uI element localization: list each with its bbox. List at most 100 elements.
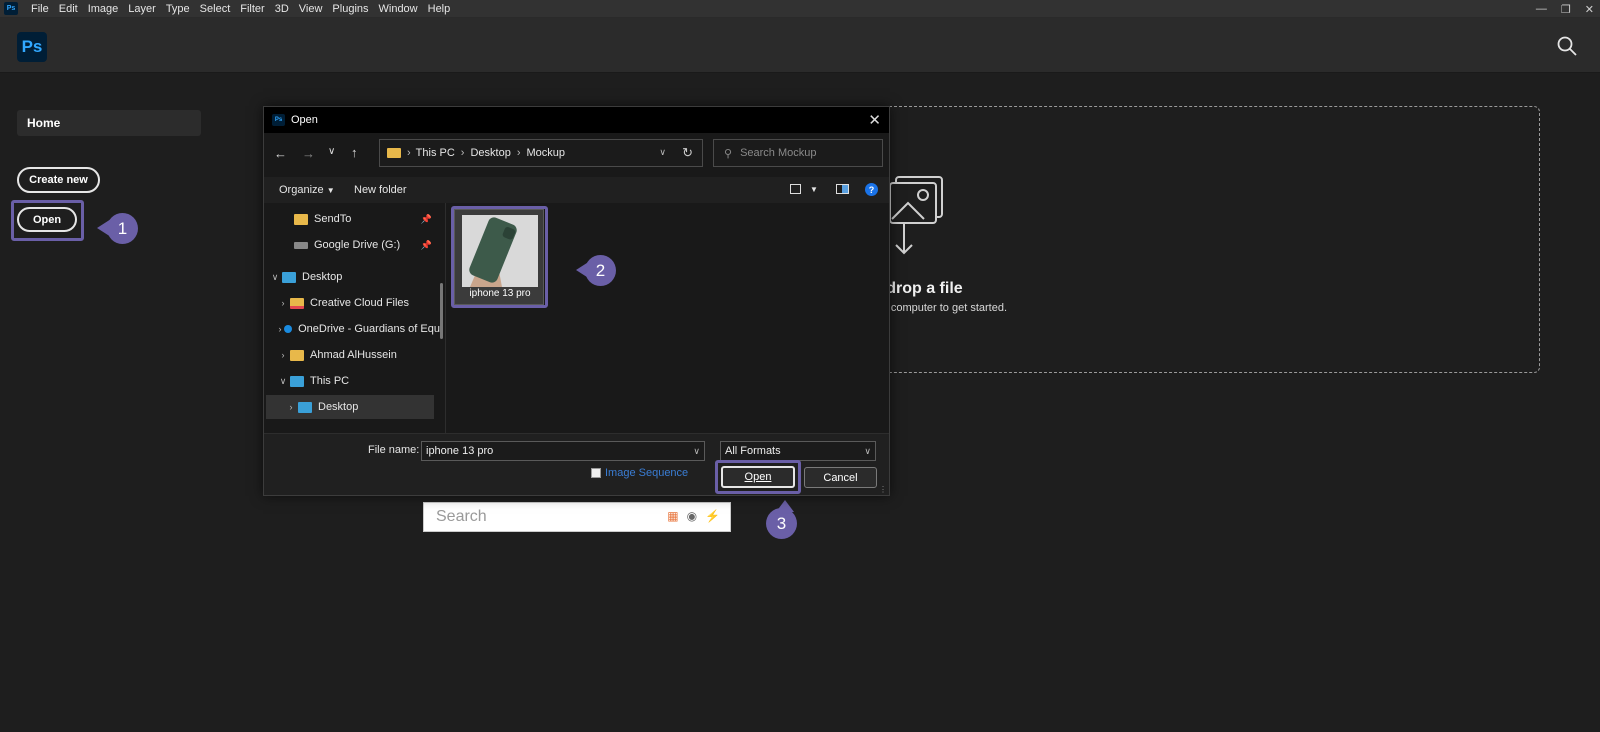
chevron-down-icon[interactable]: ∨ bbox=[864, 446, 871, 457]
menu-image[interactable]: Image bbox=[83, 3, 124, 15]
tree-item-label: Desktop bbox=[318, 401, 359, 413]
dialog-titlebar: Ps Open ✕ bbox=[264, 107, 889, 133]
format-select[interactable]: All Formats ∨ bbox=[720, 441, 876, 461]
search-bar-icons: ▦ ◉ ⚡ bbox=[667, 509, 720, 523]
image-sequence-label: Image Sequence bbox=[605, 467, 689, 479]
search-icon: ⚲ bbox=[724, 147, 733, 160]
file-tile-iphone[interactable]: iphone 13 pro bbox=[454, 209, 544, 305]
lightning-icon[interactable]: ⚡ bbox=[705, 509, 720, 523]
format-value: All Formats bbox=[725, 445, 781, 457]
chevron-down-icon[interactable]: ∨ bbox=[276, 376, 290, 387]
tree-item-desktop-pc[interactable]: › Desktop bbox=[266, 395, 434, 419]
pin-icon: 📌 bbox=[420, 239, 432, 250]
chevron-down-icon[interactable]: ∨ bbox=[268, 272, 282, 283]
cloud-icon bbox=[284, 325, 293, 333]
menu-select[interactable]: Select bbox=[195, 3, 236, 15]
file-name-label: iphone 13 pro bbox=[469, 288, 531, 299]
breadcrumb-this-pc[interactable]: This PC bbox=[416, 147, 455, 159]
step-badge-1: 1 bbox=[107, 213, 138, 244]
desktop-icon bbox=[298, 401, 312, 413]
organize-menu[interactable]: Organize ▼ bbox=[279, 184, 335, 196]
menu-plugins[interactable]: Plugins bbox=[327, 3, 373, 15]
create-new-button[interactable]: Create new bbox=[17, 167, 100, 193]
window-controls: — ❐ ✕ bbox=[1536, 0, 1594, 18]
chevron-down-icon[interactable]: ▼ bbox=[810, 185, 818, 194]
image-sequence-checkbox[interactable] bbox=[591, 468, 601, 478]
step-badge-2: 2 bbox=[585, 255, 616, 286]
search-icon[interactable] bbox=[1556, 35, 1578, 57]
tree-item-label: OneDrive - Guardians of Equ bbox=[298, 323, 440, 335]
chevron-right-icon[interactable]: › bbox=[276, 324, 284, 334]
restore-icon[interactable]: ❐ bbox=[1561, 3, 1571, 16]
dialog-search-field[interactable]: ⚲ Search Mockup bbox=[713, 139, 883, 167]
computer-icon bbox=[290, 375, 304, 387]
photoshop-logo: Ps bbox=[17, 32, 47, 62]
close-icon[interactable]: ✕ bbox=[1585, 3, 1594, 16]
folder-icon bbox=[294, 213, 308, 225]
tree-item-sendto[interactable]: SendTo 📌 bbox=[264, 207, 440, 231]
forward-arrow-icon[interactable]: → bbox=[302, 146, 315, 161]
breadcrumb-separator-icon: › bbox=[460, 147, 465, 159]
breadcrumb-desktop[interactable]: Desktop bbox=[470, 147, 510, 159]
settings-icon[interactable]: ◉ bbox=[687, 509, 697, 523]
menu-help[interactable]: Help bbox=[423, 3, 456, 15]
chevron-down-icon[interactable]: ∨ bbox=[328, 146, 335, 157]
breadcrumb-mockup[interactable]: Mockup bbox=[527, 147, 566, 159]
menu-edit[interactable]: Edit bbox=[54, 3, 83, 15]
tree-item-label: Ahmad AlHussein bbox=[310, 349, 397, 361]
drop-zone[interactable] bbox=[868, 106, 1540, 373]
tree-item-google-drive[interactable]: Google Drive (G:) 📌 bbox=[264, 233, 440, 257]
bookmark-icon[interactable]: ▦ bbox=[667, 509, 678, 523]
dialog-cancel-button[interactable]: Cancel bbox=[804, 467, 877, 488]
dialog-toolbar: Organize ▼ New folder ▼ ? bbox=[264, 177, 889, 203]
menu-file[interactable]: File bbox=[26, 3, 54, 15]
image-sequence-option[interactable]: Image Sequence bbox=[591, 467, 688, 479]
chevron-right-icon[interactable]: › bbox=[284, 402, 298, 412]
dialog-nav-row: ← → ∨ ↑ › This PC › Desktop › Mockup ∨ ↻… bbox=[264, 133, 889, 177]
resize-grip-icon[interactable]: ⋮ bbox=[879, 485, 887, 494]
menu-type[interactable]: Type bbox=[161, 3, 195, 15]
menu-layer[interactable]: Layer bbox=[123, 3, 161, 15]
refresh-icon[interactable]: ↻ bbox=[682, 145, 693, 161]
menu-3d[interactable]: 3D bbox=[270, 3, 294, 15]
up-arrow-icon[interactable]: ↑ bbox=[351, 145, 358, 160]
file-name-field[interactable]: iphone 13 pro ∨ bbox=[421, 441, 705, 461]
bottom-search-bar[interactable]: ▦ ◉ ⚡ bbox=[423, 502, 731, 532]
organize-label: Organize bbox=[279, 184, 324, 196]
bottom-search-input[interactable] bbox=[424, 503, 644, 531]
tree-scrollbar[interactable] bbox=[440, 283, 443, 339]
menu-view[interactable]: View bbox=[294, 3, 328, 15]
tree-item-desktop[interactable]: ∨ Desktop bbox=[264, 265, 440, 289]
desktop-icon bbox=[282, 271, 296, 283]
dialog-search-placeholder: Search Mockup bbox=[740, 147, 817, 159]
menu-filter[interactable]: Filter bbox=[235, 3, 269, 15]
minimize-icon[interactable]: — bbox=[1536, 3, 1547, 15]
navigation-pane: SendTo 📌 Google Drive (G:) 📌 ∨ Desktop ›… bbox=[264, 203, 446, 433]
view-mode-icon[interactable] bbox=[790, 184, 801, 194]
help-icon[interactable]: ? bbox=[865, 183, 878, 196]
file-name-value: iphone 13 pro bbox=[426, 445, 494, 457]
chevron-right-icon[interactable]: › bbox=[276, 350, 290, 360]
dialog-open-button[interactable]: Open bbox=[721, 466, 795, 488]
tree-item-label: Creative Cloud Files bbox=[310, 297, 410, 309]
tree-item-label: SendTo bbox=[314, 213, 352, 225]
close-icon[interactable]: ✕ bbox=[868, 111, 881, 129]
file-list-area: iphone 13 pro bbox=[446, 203, 889, 433]
new-folder-button[interactable]: New folder bbox=[354, 184, 407, 196]
step-badge-3: 3 bbox=[766, 508, 797, 539]
chevron-right-icon[interactable]: › bbox=[276, 298, 290, 308]
chevron-down-icon[interactable]: ∨ bbox=[693, 446, 700, 457]
creative-cloud-folder-icon bbox=[290, 297, 304, 309]
address-bar[interactable]: › This PC › Desktop › Mockup ∨ ↻ bbox=[379, 139, 703, 167]
chevron-down-icon[interactable]: ∨ bbox=[659, 147, 666, 158]
open-file-dialog: Ps Open ✕ ← → ∨ ↑ › This PC › Desktop › … bbox=[263, 106, 890, 496]
tree-item-ahmad[interactable]: › Ahmad AlHussein bbox=[264, 343, 440, 367]
sidebar-item-home[interactable]: Home bbox=[17, 110, 201, 136]
menu-window[interactable]: Window bbox=[374, 3, 423, 15]
preview-pane-icon[interactable] bbox=[836, 184, 849, 194]
tree-item-onedrive[interactable]: › OneDrive - Guardians of Equ bbox=[264, 317, 440, 341]
open-button[interactable]: Open bbox=[17, 207, 77, 232]
tree-item-creative-cloud[interactable]: › Creative Cloud Files bbox=[264, 291, 440, 315]
tree-item-this-pc[interactable]: ∨ This PC bbox=[264, 369, 440, 393]
back-arrow-icon[interactable]: ← bbox=[274, 146, 287, 161]
